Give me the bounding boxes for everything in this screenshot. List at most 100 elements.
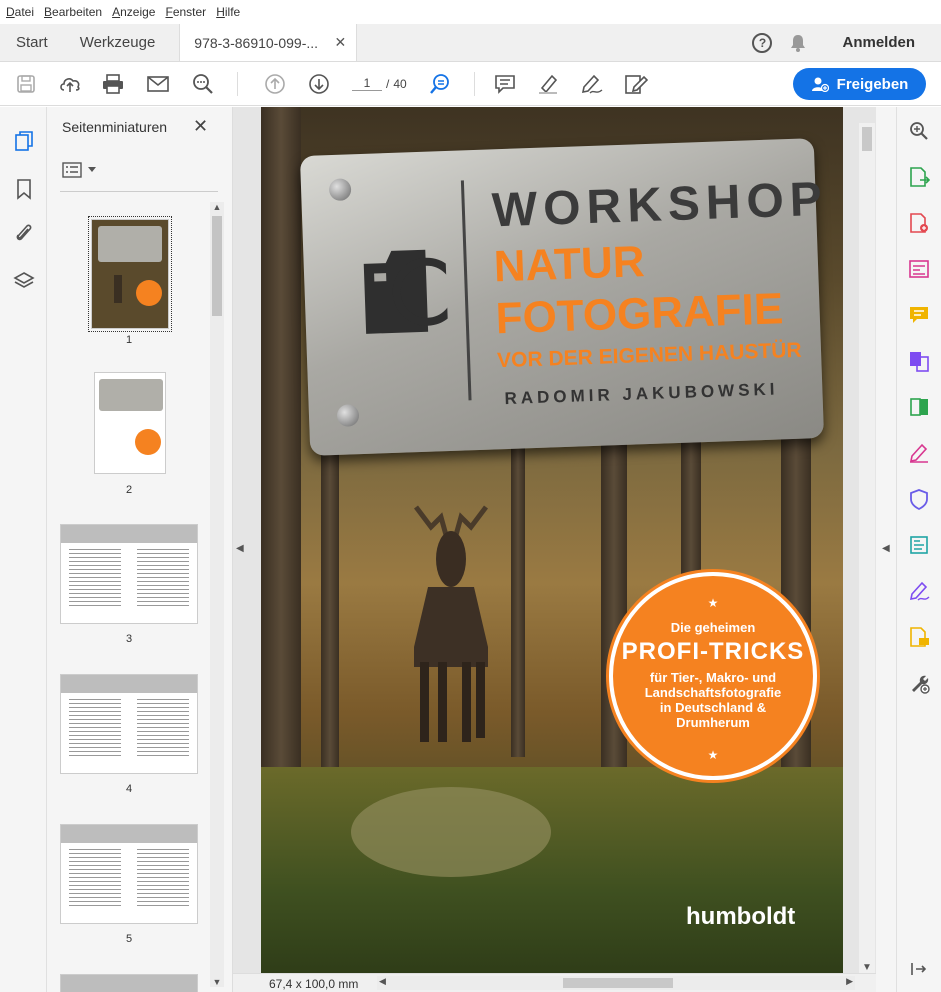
cover-title-natur: NATUR — [493, 237, 646, 292]
menu-datei[interactable]: Datei — [6, 5, 34, 19]
list-options-icon — [62, 162, 82, 178]
comment-tool-icon[interactable] — [907, 303, 931, 327]
thumbnail-scrollbar[interactable]: ▲ ▼ — [210, 202, 224, 987]
moose-illustration — [414, 505, 488, 742]
highlight-icon[interactable] — [535, 71, 561, 97]
page-number-label: 3 — [125, 633, 133, 645]
panel-close-icon[interactable]: ✕ — [193, 116, 208, 137]
search-icon[interactable] — [190, 71, 216, 97]
book-cover-page: WORKSHOP NATUR FOTOGRAFIE VOR DER EIGENE… — [261, 107, 843, 973]
scroll-left-icon[interactable]: ◀ — [379, 976, 386, 987]
fill-sign-icon[interactable] — [907, 441, 931, 465]
menu-hilfe[interactable]: Hilfe — [216, 5, 240, 19]
page-number-label: 1 — [125, 334, 133, 346]
scroll-down-icon[interactable]: ▼ — [210, 977, 224, 987]
cover-workshop: WORKSHOP — [491, 172, 829, 238]
thumb-text-col — [69, 699, 121, 759]
horizontal-scrollbar[interactable]: ◀ ▶ — [377, 976, 855, 990]
page-thumbnail-3[interactable] — [60, 524, 198, 624]
tab-document[interactable]: 978-3-86910-099-... ✕ — [179, 24, 358, 61]
scrollbar-thumb[interactable] — [862, 127, 872, 151]
sign-divider — [460, 180, 472, 401]
header-actions: ? Anmelden — [752, 24, 941, 61]
scroll-up-icon[interactable]: ▲ — [210, 202, 224, 212]
page-thumbnails-icon[interactable] — [12, 129, 36, 153]
mossy-rock — [351, 787, 551, 877]
zoom-tool-icon[interactable] — [907, 119, 931, 143]
mail-icon[interactable] — [145, 71, 171, 97]
more-tools-icon[interactable] — [907, 671, 931, 695]
page-navigator: 1 / 40 — [352, 76, 407, 91]
badge-body-text: für Tier-, Makro- und Landschaftsfotogra… — [644, 670, 782, 730]
organize-pages-icon[interactable] — [907, 395, 931, 419]
share-label: Freigeben — [836, 75, 909, 93]
page-thumbnail-6[interactable] — [60, 974, 198, 992]
page-total: 40 — [393, 76, 407, 91]
request-signature-icon[interactable] — [907, 579, 931, 603]
signin-button[interactable]: Anmelden — [842, 34, 915, 51]
page-thumbnail-4[interactable] — [60, 674, 198, 774]
thumb-moose — [114, 275, 122, 303]
scroll-right-icon[interactable]: ▶ — [846, 976, 853, 987]
share-button[interactable]: Freigeben — [793, 68, 926, 100]
edit-pdf-tool-icon[interactable] — [907, 257, 931, 281]
tab-tools[interactable]: Werkzeuge — [64, 24, 172, 61]
scrollbar-thumb[interactable] — [212, 216, 222, 316]
thumb-text-col — [69, 549, 121, 609]
page-thumbnail-2[interactable] — [94, 372, 166, 474]
document-scrollbar[interactable]: ▼ — [859, 123, 875, 973]
save-icon[interactable] — [13, 71, 39, 97]
comment-icon[interactable] — [492, 71, 518, 97]
menu-fenster[interactable]: Fenster — [165, 5, 206, 19]
scrollbar-thumb[interactable] — [563, 978, 673, 988]
help-icon[interactable]: ? — [752, 32, 773, 53]
thumb-header — [61, 975, 197, 992]
tab-start[interactable]: Start — [0, 24, 64, 61]
tab-close-icon[interactable]: ✕ — [335, 34, 347, 51]
protect-shield-icon[interactable] — [907, 487, 931, 511]
tab-document-label: 978-3-86910-099-... — [194, 34, 319, 51]
title-sign: WORKSHOP NATUR FOTOGRAFIE VOR DER EIGENE… — [299, 138, 829, 456]
page-thumbnail-1[interactable] — [88, 216, 172, 332]
forest-ground — [261, 767, 843, 973]
print-icon[interactable] — [100, 71, 126, 97]
toolbar-divider — [474, 72, 475, 96]
thumb-text-col — [137, 699, 189, 759]
page-thumbnail-5[interactable] — [60, 824, 198, 924]
create-pdf-icon[interactable] — [907, 211, 931, 235]
right-panel-toggle: ◀ — [876, 107, 896, 992]
menu-bearbeiten[interactable]: Bearbeiten — [44, 5, 102, 19]
thumbnail-options-button[interactable] — [62, 159, 98, 181]
attachment-icon[interactable] — [12, 221, 36, 245]
collapse-left-icon[interactable]: ◀ — [236, 543, 244, 554]
toolbar-divider — [237, 72, 238, 96]
thumb-text-col — [137, 849, 189, 909]
cloud-upload-icon[interactable] — [57, 71, 83, 97]
scan-ocr-icon[interactable] — [907, 533, 931, 557]
export-pdf-icon[interactable] — [907, 165, 931, 189]
sign-icon[interactable] — [579, 71, 605, 97]
layers-icon[interactable] — [12, 269, 36, 293]
combine-files-icon[interactable] — [907, 349, 931, 373]
badge-top-text: Die geheimen — [670, 620, 756, 635]
document-view[interactable]: ◀ WORKSHOP NATUR FOTOGRAFIE VOR DER EIGE… — [233, 107, 876, 973]
send-for-comments-icon[interactable] — [907, 625, 931, 649]
expand-right-icon[interactable]: ◀ — [882, 543, 890, 554]
page-down-icon[interactable] — [306, 71, 332, 97]
cover-author: RADOMIR JAKUBOWSKI — [504, 379, 779, 409]
bookmark-icon[interactable] — [12, 177, 36, 201]
panel-title: Seitenminiaturen — [62, 119, 168, 135]
page-number-input[interactable]: 1 — [352, 76, 382, 91]
scroll-down-icon[interactable]: ▼ — [859, 962, 875, 973]
cover-title-fotografie: FOTOGRAFIE — [494, 284, 785, 344]
collapse-right-panel-icon[interactable] — [907, 957, 931, 981]
menu-anzeige[interactable]: Anzeige — [112, 5, 155, 19]
edit-pdf-icon[interactable] — [623, 71, 649, 97]
publisher-logo: humboldt — [686, 903, 796, 930]
zoom-icon[interactable] — [427, 71, 453, 97]
camera-icon — [363, 249, 449, 334]
page-up-icon[interactable] — [262, 71, 288, 97]
page-number-label: 4 — [125, 783, 133, 795]
panel-divider — [60, 191, 218, 192]
bell-icon[interactable] — [790, 34, 806, 52]
